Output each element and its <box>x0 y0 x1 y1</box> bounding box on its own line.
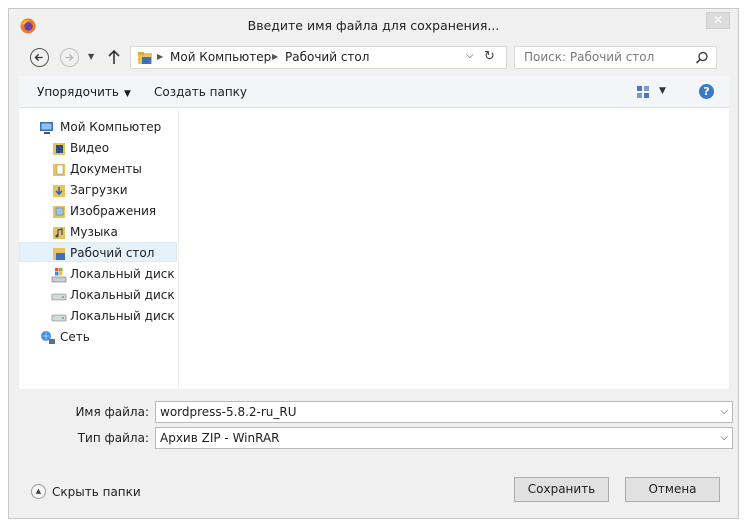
title-bar: Введите имя файла для сохранения... ✕ <box>9 9 738 42</box>
breadcrumb-separator-icon[interactable]: ▶ <box>157 52 163 61</box>
cancel-button[interactable]: Отмена <box>625 477 720 502</box>
window-title: Введите имя файла для сохранения... <box>247 18 500 33</box>
refresh-icon[interactable]: ↻ <box>484 49 495 64</box>
downloads-folder-icon <box>53 185 65 197</box>
chevron-down-icon[interactable]: ⌵ <box>720 432 728 443</box>
filename-label: Имя файла: <box>75 405 149 419</box>
tree-item-documents[interactable]: Документы <box>19 159 177 179</box>
save-form: Имя файла: wordpress-5.8.2-ru_RU ⌵ Тип ф… <box>19 389 733 455</box>
pictures-folder-icon <box>53 206 65 218</box>
forward-arrow-icon[interactable] <box>60 48 79 67</box>
tree-item-label: Документы <box>70 162 142 176</box>
filetype-value[interactable]: Архив ZIP - WinRAR <box>160 431 280 445</box>
tree-item-label: Рабочий стол <box>70 246 155 260</box>
command-toolbar: Упорядочить ▼ Создать папку ▼ ? <box>19 76 729 108</box>
tree-item-drive-e[interactable]: Локальный диск (E: <box>19 285 195 305</box>
recent-locations-dropdown-icon[interactable]: ▼ <box>88 52 94 61</box>
address-bar[interactable]: ▶ Мой Компьютер ▶ Рабочий стол ⌵ ↻ <box>130 46 507 69</box>
save-button[interactable]: Сохранить <box>514 477 609 502</box>
documents-folder-icon <box>53 164 65 176</box>
back-arrow-icon[interactable] <box>30 48 49 67</box>
organize-button[interactable]: Упорядочить ▼ <box>37 85 131 99</box>
filename-field[interactable]: wordpress-5.8.2-ru_RU ⌵ <box>155 401 733 423</box>
video-folder-icon <box>53 143 65 155</box>
close-button[interactable]: ✕ <box>706 12 730 29</box>
breadcrumb-separator-icon[interactable]: ▶ <box>272 52 278 61</box>
help-icon[interactable]: ? <box>699 84 714 99</box>
search-icon[interactable] <box>695 51 709 65</box>
tree-item-drive-f[interactable]: Локальный диск (F: <box>19 306 193 326</box>
system-drive-icon <box>51 268 67 283</box>
search-box[interactable]: Поиск: Рабочий стол <box>514 46 717 69</box>
navigation-bar: ▼ ▶ Мой Компьютер ▶ Рабочий стол ⌵ ↻ Пои… <box>9 42 738 74</box>
view-dropdown-icon[interactable]: ▼ <box>659 86 666 96</box>
organize-label: Упорядочить <box>37 85 119 99</box>
tree-item-pictures[interactable]: Изображения <box>19 201 177 221</box>
breadcrumb-my-computer[interactable]: Мой Компьютер <box>170 50 271 64</box>
tree-item-desktop[interactable]: Рабочий стол <box>19 242 177 262</box>
chevron-down-icon: ▼ <box>123 89 131 99</box>
tree-item-drive-c[interactable]: Локальный диск (C <box>19 264 191 284</box>
up-arrow-icon[interactable] <box>107 49 121 65</box>
tree-item-label: Сеть <box>60 330 90 344</box>
tree-item-label: Загрузки <box>70 183 128 197</box>
drive-icon <box>51 314 67 322</box>
save-dialog: Введите имя файла для сохранения... ✕ ▼ … <box>8 8 739 519</box>
filetype-label: Тип файла: <box>77 431 149 445</box>
new-folder-button[interactable]: Создать папку <box>154 85 247 99</box>
chevron-down-icon[interactable]: ⌵ <box>720 406 728 417</box>
collapse-up-icon: ▲ <box>31 484 46 499</box>
network-icon <box>41 331 55 344</box>
music-folder-icon <box>53 227 65 239</box>
tree-item-label: Локальный диск (C <box>70 267 192 281</box>
tree-item-label: Мой Компьютер <box>60 120 162 134</box>
tree-item-music[interactable]: Музыка <box>19 222 177 242</box>
desktop-folder-icon <box>53 248 65 260</box>
navigation-pane: Мой Компьютер Видео Документы Загрузки И… <box>19 108 195 389</box>
tree-item-label: Видео <box>70 141 110 155</box>
tree-item-label: Музыка <box>70 225 118 239</box>
desktop-folder-icon <box>138 52 152 64</box>
tree-item-downloads[interactable]: Загрузки <box>19 180 177 200</box>
dialog-footer: ▲ Скрыть папки Сохранить Отмена <box>9 459 738 519</box>
tree-item-my-computer[interactable]: Мой Компьютер <box>19 117 177 137</box>
breadcrumb-desktop[interactable]: Рабочий стол <box>285 50 369 64</box>
file-list-area[interactable] <box>179 108 729 389</box>
tree-item-video[interactable]: Видео <box>19 138 177 158</box>
search-input[interactable]: Поиск: Рабочий стол <box>524 50 654 64</box>
drive-icon <box>51 293 67 301</box>
computer-icon <box>40 122 53 134</box>
tree-item-label: Изображения <box>70 204 157 218</box>
address-dropdown-icon[interactable]: ⌵ <box>466 50 474 61</box>
tree-item-network[interactable]: Сеть <box>19 327 177 347</box>
hide-folders-label: Скрыть папки <box>52 485 141 499</box>
filename-value[interactable]: wordpress-5.8.2-ru_RU <box>160 405 297 419</box>
tree-item-label: Локальный диск (E: <box>70 288 195 302</box>
filetype-select[interactable]: Архив ZIP - WinRAR ⌵ <box>155 427 733 449</box>
tree-item-label: Локальный диск (F: <box>70 309 194 323</box>
view-options-icon[interactable] <box>635 84 651 100</box>
